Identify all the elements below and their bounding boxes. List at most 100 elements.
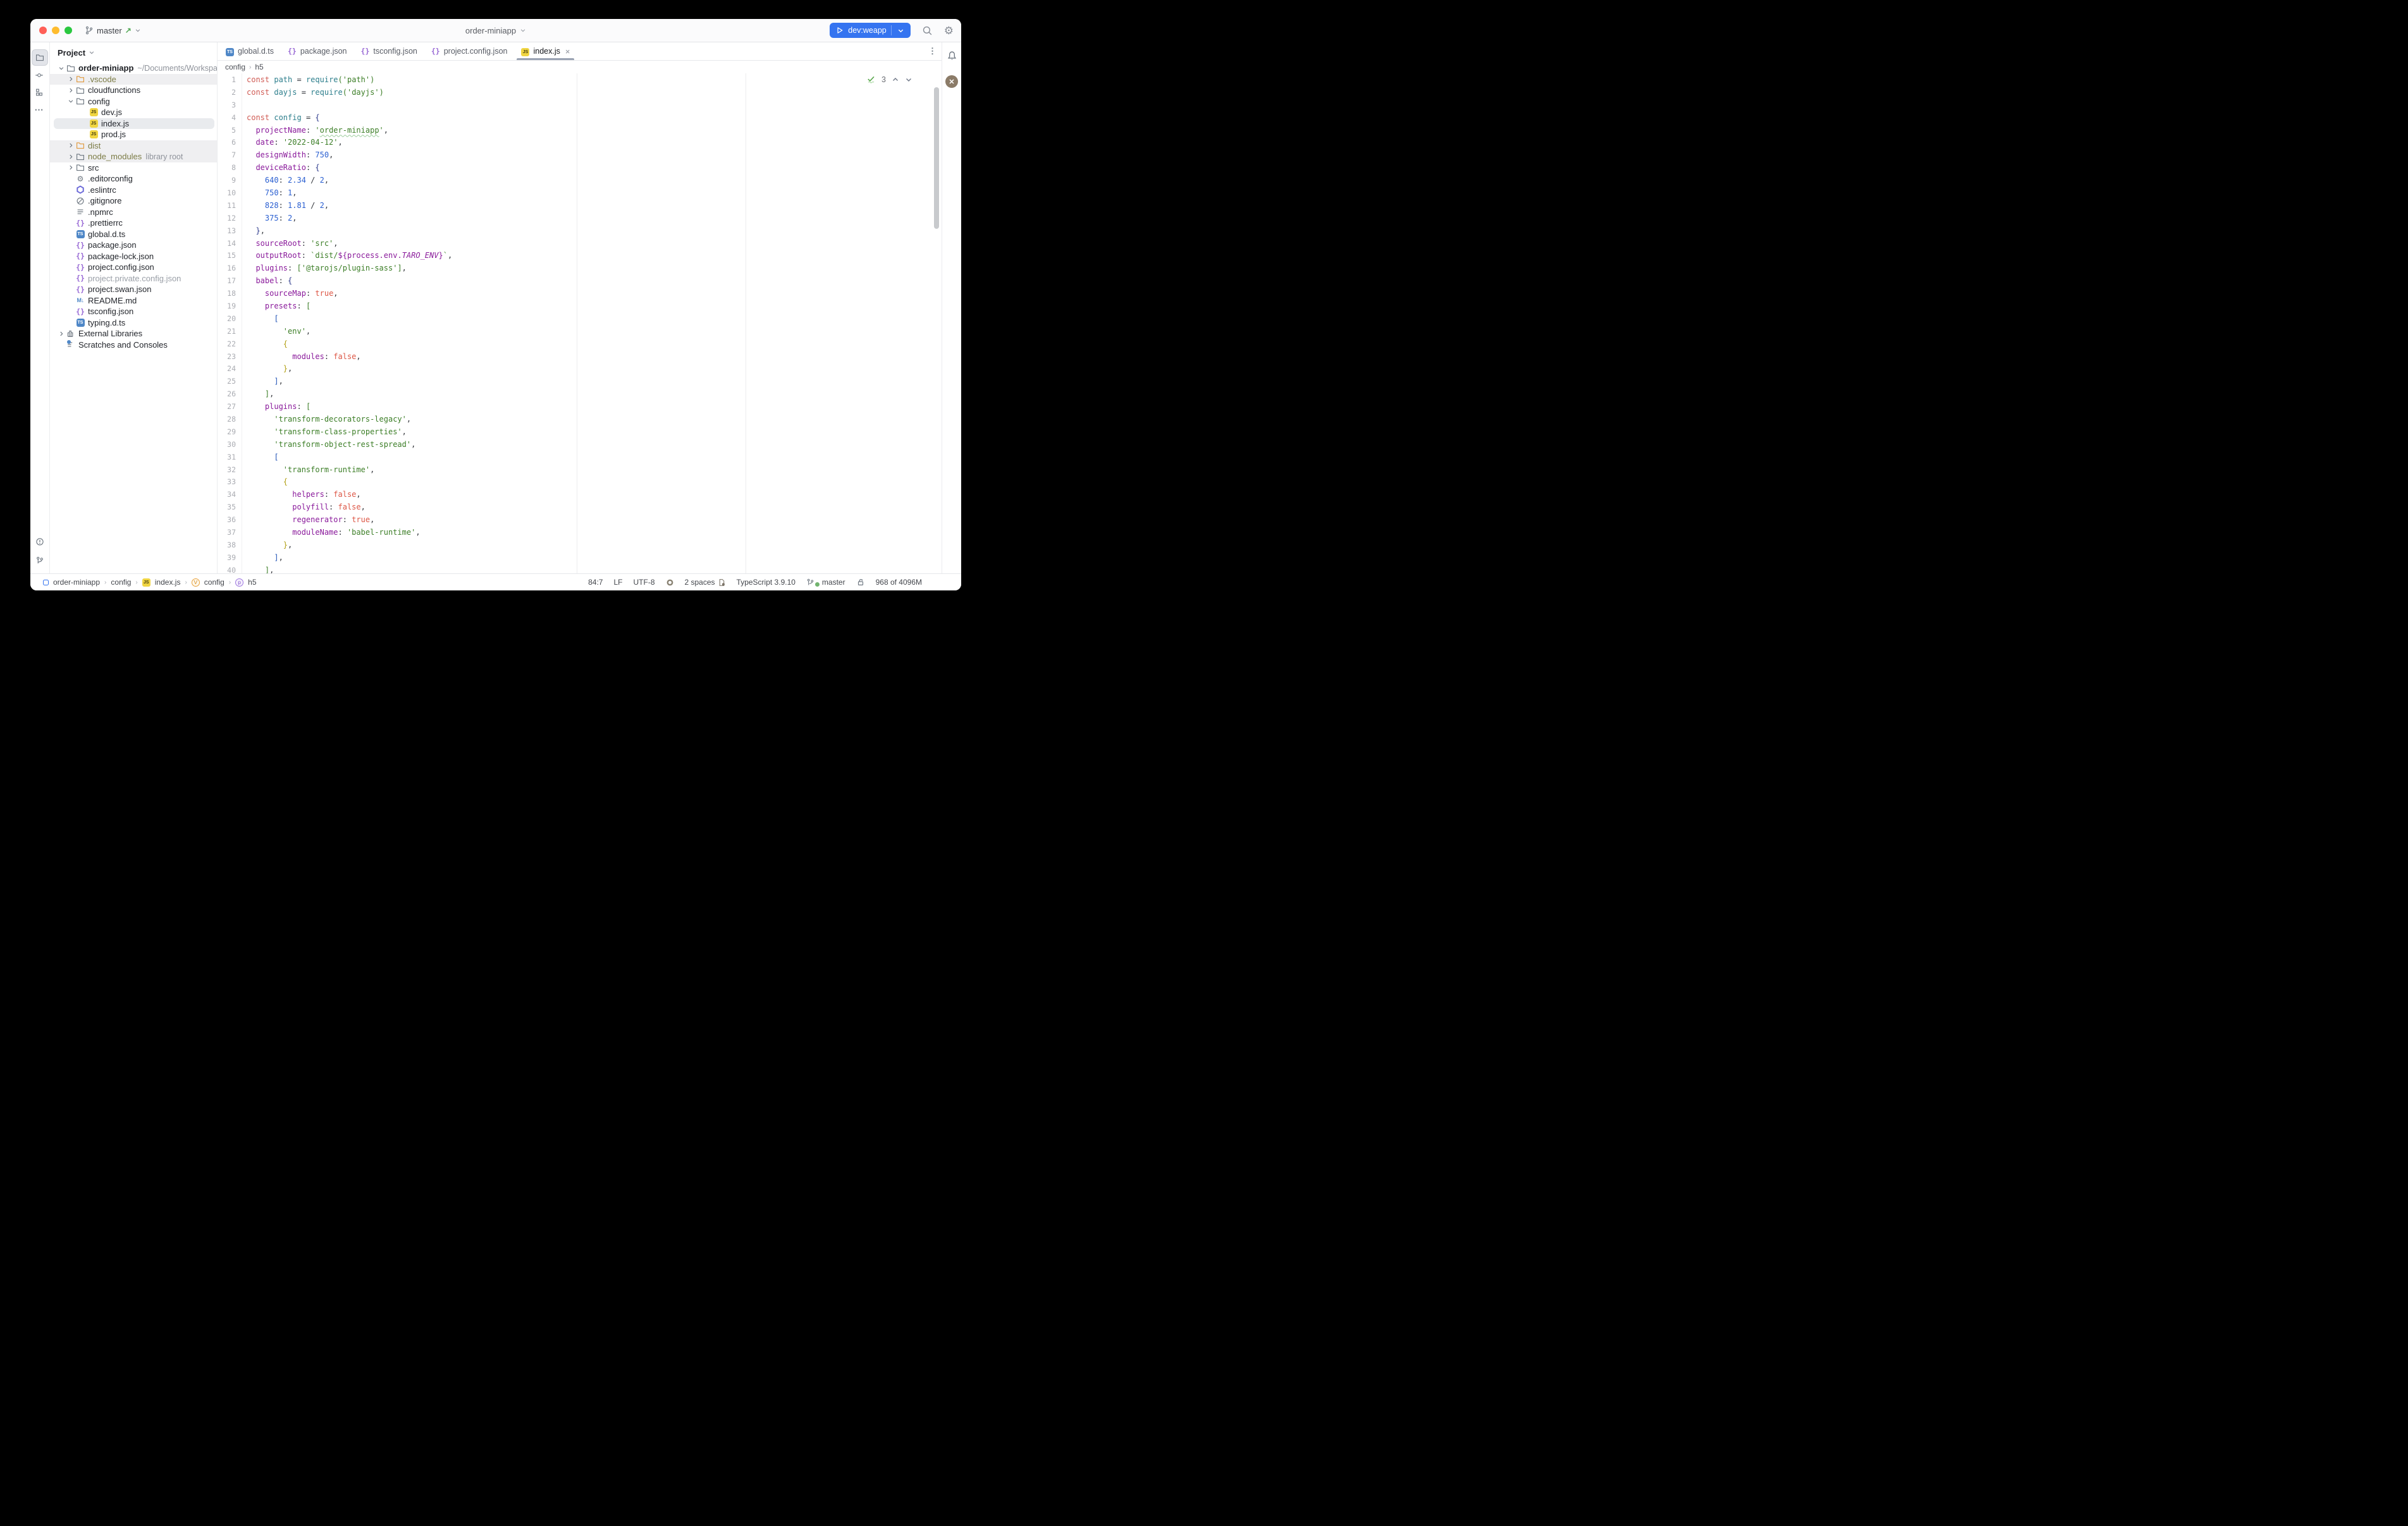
caret-position[interactable]: 84:7 <box>588 578 603 587</box>
tree-item-dev.js[interactable]: JSdev.js <box>50 107 217 118</box>
status-symbol-2[interactable]: h5 <box>248 578 256 587</box>
project-tool-icon[interactable] <box>32 49 48 66</box>
status-dir[interactable]: config <box>111 578 131 587</box>
tree-item-prod.js[interactable]: JSprod.js <box>50 129 217 140</box>
search-everywhere-icon[interactable] <box>922 25 933 36</box>
code-line-11[interactable]: 11 828: 1.81 / 2, <box>218 199 942 212</box>
indent-widget[interactable]: 2 spaces <box>685 578 726 587</box>
run-configuration-button[interactable]: dev:weapp <box>830 23 910 38</box>
tab-project.config.json[interactable]: {}project.config.json <box>424 42 515 60</box>
code-line-25[interactable]: 25 ], <box>218 375 942 388</box>
code-line-20[interactable]: 20 [ <box>218 312 942 325</box>
tree-item-.prettierrc[interactable]: {}.prettierrc <box>50 217 217 229</box>
code-line-16[interactable]: 16 plugins: ['@tarojs/plugin-sass'], <box>218 262 942 274</box>
tree-item-project.private.config.json[interactable]: {}project.private.config.json <box>50 273 217 284</box>
tab-global.d.ts[interactable]: TSglobal.d.ts <box>219 42 281 60</box>
tree-chevron-icon[interactable] <box>66 76 75 82</box>
tab-index.js[interactable]: JSindex.js× <box>514 42 577 60</box>
code-line-39[interactable]: 39 ], <box>218 551 942 564</box>
tree-chevron-icon[interactable] <box>66 154 75 160</box>
code-line-40[interactable]: 40 ], <box>218 564 942 574</box>
problems-tool-icon[interactable] <box>32 534 47 549</box>
tree-item-external-libraries[interactable]: External Libraries <box>50 328 217 339</box>
status-git-widget[interactable]: master <box>806 578 845 587</box>
code-line-4[interactable]: 4const config = { <box>218 111 942 124</box>
tab-options-kebab-icon[interactable]: ⋮ <box>928 42 937 60</box>
more-tools-icon[interactable]: ⋯ <box>32 102 47 117</box>
code-line-32[interactable]: 32 'transform-runtime', <box>218 463 942 476</box>
code-editor[interactable]: 1const path = require('path')2const dayj… <box>218 73 942 574</box>
close-window-button[interactable] <box>39 27 47 34</box>
code-line-30[interactable]: 30 'transform-object-rest-spread', <box>218 438 942 451</box>
tree-item-dist[interactable]: dist <box>50 140 217 152</box>
highlight-level-icon[interactable] <box>666 578 674 587</box>
file-encoding[interactable]: UTF-8 <box>634 578 655 587</box>
tree-chevron-icon[interactable] <box>56 331 66 337</box>
line-ending[interactable]: LF <box>613 578 622 587</box>
breadcrumb-dir[interactable]: config <box>225 63 245 71</box>
tree-chevron-icon[interactable] <box>66 98 75 104</box>
code-line-21[interactable]: 21 'env', <box>218 325 942 338</box>
code-line-38[interactable]: 38 }, <box>218 539 942 551</box>
code-line-14[interactable]: 14 sourceRoot: 'src', <box>218 237 942 250</box>
code-line-19[interactable]: 19 presets: [ <box>218 300 942 312</box>
code-line-18[interactable]: 18 sourceMap: true, <box>218 287 942 300</box>
code-line-31[interactable]: 31 [ <box>218 451 942 463</box>
minimize-window-button[interactable] <box>52 27 59 34</box>
close-tab-icon[interactable]: × <box>565 47 570 56</box>
code-line-12[interactable]: 12 375: 2, <box>218 212 942 224</box>
structure-tool-icon[interactable] <box>32 85 47 100</box>
tree-item-readme.md[interactable]: M↓README.md <box>50 295 217 307</box>
code-line-35[interactable]: 35 polyfill: false, <box>218 501 942 513</box>
code-line-23[interactable]: 23 modules: false, <box>218 350 942 363</box>
code-line-27[interactable]: 27 plugins: [ <box>218 400 942 413</box>
code-line-33[interactable]: 33 { <box>218 476 942 489</box>
code-line-5[interactable]: 5 projectName: 'order-miniapp', <box>218 124 942 137</box>
breadcrumb-symbol[interactable]: h5 <box>255 63 263 71</box>
status-file[interactable]: index.js <box>155 578 181 587</box>
tree-item-order-miniapp[interactable]: order-miniapp~/Documents/Workspace/ <box>50 63 217 74</box>
tree-chevron-icon[interactable] <box>66 164 75 171</box>
notifications-bell-icon[interactable] <box>944 48 959 63</box>
code-line-8[interactable]: 8 deviceRatio: { <box>218 161 942 174</box>
tree-item-config[interactable]: config <box>50 96 217 107</box>
prev-problem-icon[interactable] <box>892 76 899 83</box>
code-line-37[interactable]: 37 moduleName: 'babel-runtime', <box>218 526 942 539</box>
tree-item-.vscode[interactable]: .vscode <box>50 74 217 85</box>
project-panel-header[interactable]: Project <box>50 44 217 61</box>
code-line-1[interactable]: 1const path = require('path') <box>218 73 942 86</box>
tree-item-scratches-and-consoles[interactable]: Scratches and Consoles <box>50 339 217 351</box>
tree-item-index.js[interactable]: JSindex.js <box>50 118 217 130</box>
code-line-36[interactable]: 36 regenerator: true, <box>218 513 942 526</box>
code-line-29[interactable]: 29 'transform-class-properties', <box>218 425 942 438</box>
tree-item-.npmrc[interactable]: .npmrc <box>50 207 217 218</box>
tree-item-.eslintrc[interactable]: .eslintrc <box>50 185 217 196</box>
run-config-chevron-icon[interactable] <box>896 27 909 34</box>
memory-indicator[interactable]: 968 of 4096M <box>876 578 922 587</box>
code-line-28[interactable]: 28 'transform-decorators-legacy', <box>218 413 942 425</box>
tree-item-node-modules[interactable]: node_moduleslibrary root <box>50 151 217 162</box>
code-line-7[interactable]: 7 designWidth: 750, <box>218 149 942 161</box>
next-problem-icon[interactable] <box>905 76 912 83</box>
code-line-6[interactable]: 6 date: '2022-04-12', <box>218 136 942 149</box>
code-line-15[interactable]: 15 outputRoot: `dist/${process.env.TARO_… <box>218 249 942 262</box>
tree-item-typing.d.ts[interactable]: TStyping.d.ts <box>50 317 217 329</box>
settings-gear-icon[interactable]: ⚙ <box>944 25 954 36</box>
tab-tsconfig.json[interactable]: {}tsconfig.json <box>354 42 424 60</box>
tree-chevron-icon[interactable] <box>66 142 75 149</box>
inspection-widget[interactable]: 3 <box>866 75 912 84</box>
code-line-24[interactable]: 24 }, <box>218 362 942 375</box>
tree-item-src[interactable]: src <box>50 162 217 174</box>
code-line-26[interactable]: 26 ], <box>218 388 942 400</box>
zoom-window-button[interactable] <box>64 27 72 34</box>
code-line-22[interactable]: 22 { <box>218 338 942 350</box>
code-line-34[interactable]: 34 helpers: false, <box>218 488 942 501</box>
tree-chevron-icon[interactable] <box>56 65 66 71</box>
editor-scrollbar[interactable] <box>934 87 939 229</box>
tab-package.json[interactable]: {}package.json <box>281 42 354 60</box>
code-line-13[interactable]: 13 }, <box>218 224 942 237</box>
status-symbol-1[interactable]: config <box>204 578 224 587</box>
language-level[interactable]: TypeScript 3.9.10 <box>737 578 796 587</box>
code-line-17[interactable]: 17 babel: { <box>218 274 942 287</box>
status-project[interactable]: order-miniapp <box>53 578 100 587</box>
